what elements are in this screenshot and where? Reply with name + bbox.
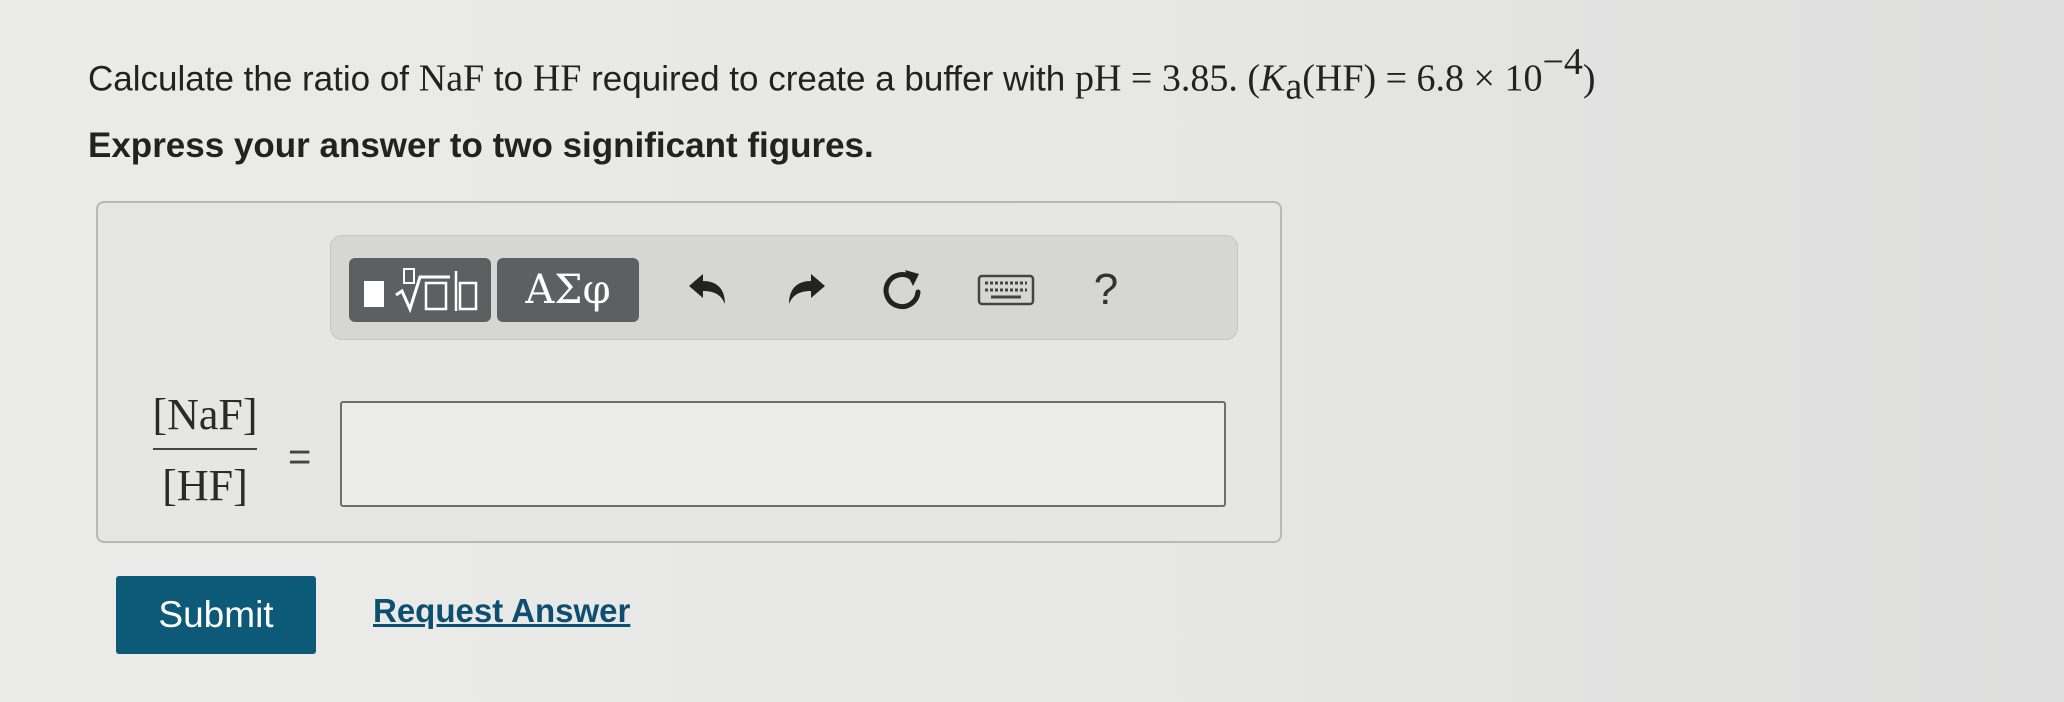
ka-symbol: K	[1259, 57, 1286, 100]
equals-sign: =	[288, 435, 312, 479]
answer-input[interactable]	[340, 401, 1226, 507]
templates-icon	[364, 268, 478, 314]
templates-button[interactable]	[349, 258, 491, 322]
ka-expression: (HF) = 6.8 × 10	[1302, 57, 1543, 100]
answer-area: ΑΣφ ? [NaF] [HF] =	[96, 201, 1282, 543]
redo-button[interactable]	[771, 258, 841, 322]
ph-expression: pH = 3.85. (	[1074, 57, 1260, 100]
keyboard-icon	[977, 274, 1035, 306]
question-middle-1: to	[484, 59, 533, 99]
question-text: Calculate the ratio of NaF to HF require…	[88, 41, 1596, 109]
question-prefix: Calculate the ratio of	[88, 59, 419, 99]
reset-icon	[883, 270, 921, 310]
keyboard-button[interactable]	[971, 258, 1041, 322]
help-icon: ?	[1093, 265, 1119, 314]
undo-button[interactable]	[673, 258, 743, 322]
reset-button[interactable]	[867, 258, 937, 322]
fraction-numerator: [NaF]	[152, 390, 258, 439]
ka-subscript: a	[1285, 65, 1303, 108]
undo-icon	[689, 274, 725, 304]
acid-formula: HF	[532, 57, 582, 100]
request-answer-link[interactable]: Request Answer	[373, 592, 630, 630]
question-middle-2: required to create a buffer with	[581, 59, 1075, 99]
ratio-fraction: [NaF] [HF]	[150, 389, 260, 511]
math-toolbar: ΑΣφ ?	[330, 235, 1238, 340]
instruction-text: Express your answer to two significant f…	[88, 126, 874, 165]
question-close: )	[1582, 57, 1596, 100]
help-button[interactable]: ?	[1071, 258, 1141, 322]
ka-exponent: −4	[1542, 41, 1583, 83]
salt-formula: NaF	[418, 57, 485, 100]
submit-button[interactable]: Submit	[116, 576, 316, 654]
greek-symbols-icon: ΑΣφ	[525, 267, 611, 313]
greek-symbols-button[interactable]: ΑΣφ	[497, 258, 639, 322]
redo-icon	[789, 274, 825, 304]
fraction-denominator: [HF]	[162, 461, 248, 510]
